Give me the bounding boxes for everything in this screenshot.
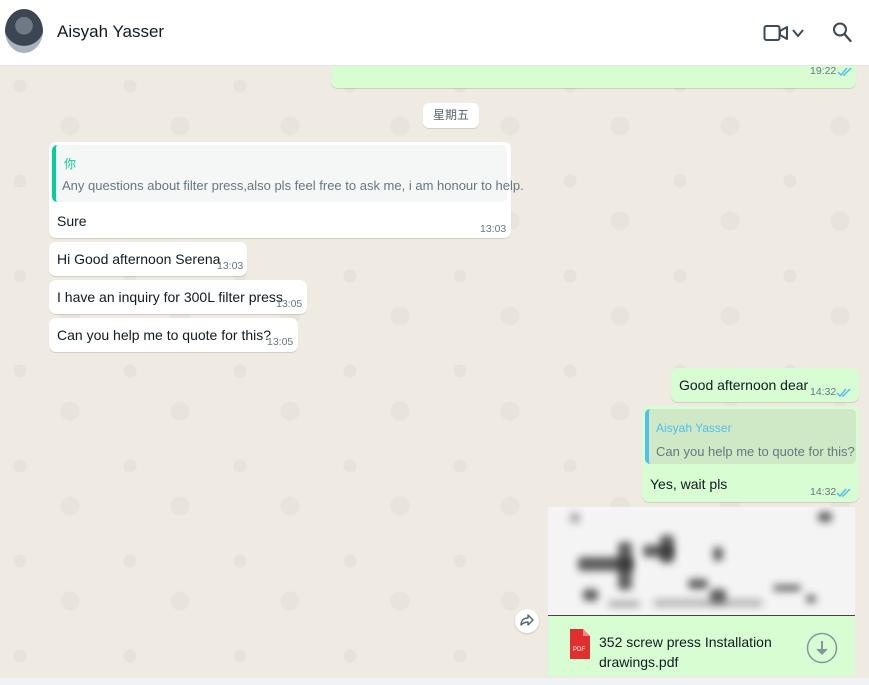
- preview-shape: [608, 601, 640, 607]
- quoted-message[interactable]: 你 Any questions about filter press,also …: [52, 145, 524, 202]
- preview-shape: [618, 542, 632, 590]
- search-icon[interactable]: [832, 21, 852, 43]
- message-time: 13:03: [480, 223, 507, 235]
- quoted-text: Can you help me to quote for this?: [656, 444, 855, 459]
- quoted-author: Aisyah Yasser: [656, 421, 732, 435]
- message-text: Good afternoon dear: [679, 377, 809, 393]
- message-bubble-outgoing[interactable]: Good afternoon dear 14:32: [671, 368, 859, 402]
- preview-shape: [773, 585, 801, 591]
- preview-shape: [806, 595, 816, 603]
- message-bubble-incoming[interactable]: 你 Any questions about filter press,also …: [49, 142, 524, 238]
- date-divider: 星期五: [423, 103, 479, 128]
- preview-shape: [570, 513, 580, 523]
- quoted-author: 你: [64, 157, 77, 171]
- forward-icon[interactable]: [515, 609, 539, 633]
- preview-shape: [653, 599, 763, 607]
- message-text: I have an inquiry for 300L filter press: [57, 289, 283, 305]
- message-time: 14:32: [810, 486, 837, 498]
- message-text: Can you help me to quote for this?: [57, 327, 272, 343]
- chat-area[interactable]: 19:22 星期五 你 Any questions about filter p…: [0, 66, 869, 678]
- pdf-file-icon: PDF: [570, 629, 590, 659]
- download-icon[interactable]: [806, 632, 838, 664]
- chat-header: Aisyah Yasser: [0, 0, 869, 66]
- message-bubble-outgoing[interactable]: 19:22: [331, 66, 856, 88]
- avatar[interactable]: [5, 9, 43, 53]
- chevron-down-icon[interactable]: [791, 26, 805, 40]
- message-text: Yes, wait pls: [650, 476, 728, 492]
- pdf-label: PDF: [573, 647, 585, 653]
- composer-area[interactable]: [0, 678, 869, 685]
- message-bubble-incoming[interactable]: Hi Good afternoon Serena 13:03: [49, 242, 247, 276]
- read-ticks-icon: [836, 488, 851, 498]
- document-preview[interactable]: [548, 507, 855, 616]
- message-time: 13:05: [276, 298, 303, 310]
- message-bubble-outgoing[interactable]: Aisyah Yasser Can you help me to quote f…: [642, 406, 859, 502]
- quoted-message[interactable]: Aisyah Yasser Can you help me to quote f…: [645, 409, 856, 464]
- preview-shape: [660, 535, 674, 563]
- message-text: Sure: [57, 213, 87, 229]
- message-time: 13:05: [267, 336, 294, 348]
- document-name: 352 screw press Installation drawings.pd…: [599, 634, 772, 670]
- read-ticks-icon: [837, 67, 852, 77]
- message-time: 14:32: [810, 386, 837, 398]
- video-call-icon[interactable]: [763, 22, 789, 44]
- message-time: 19:22: [810, 66, 837, 77]
- message-bubble-incoming[interactable]: Can you help me to quote for this? 13:05: [49, 318, 298, 352]
- preview-shape: [583, 589, 598, 601]
- preview-shape: [713, 547, 723, 561]
- read-ticks-icon: [836, 388, 851, 398]
- message-text: Hi Good afternoon Serena: [57, 251, 221, 267]
- quoted-text: Any questions about filter press,also pl…: [62, 178, 524, 193]
- preview-shape: [688, 579, 708, 589]
- message-bubble-incoming[interactable]: I have an inquiry for 300L filter press …: [49, 280, 307, 314]
- message-time: 13:03: [217, 260, 244, 272]
- preview-shape: [818, 512, 832, 522]
- contact-name[interactable]: Aisyah Yasser: [57, 22, 164, 42]
